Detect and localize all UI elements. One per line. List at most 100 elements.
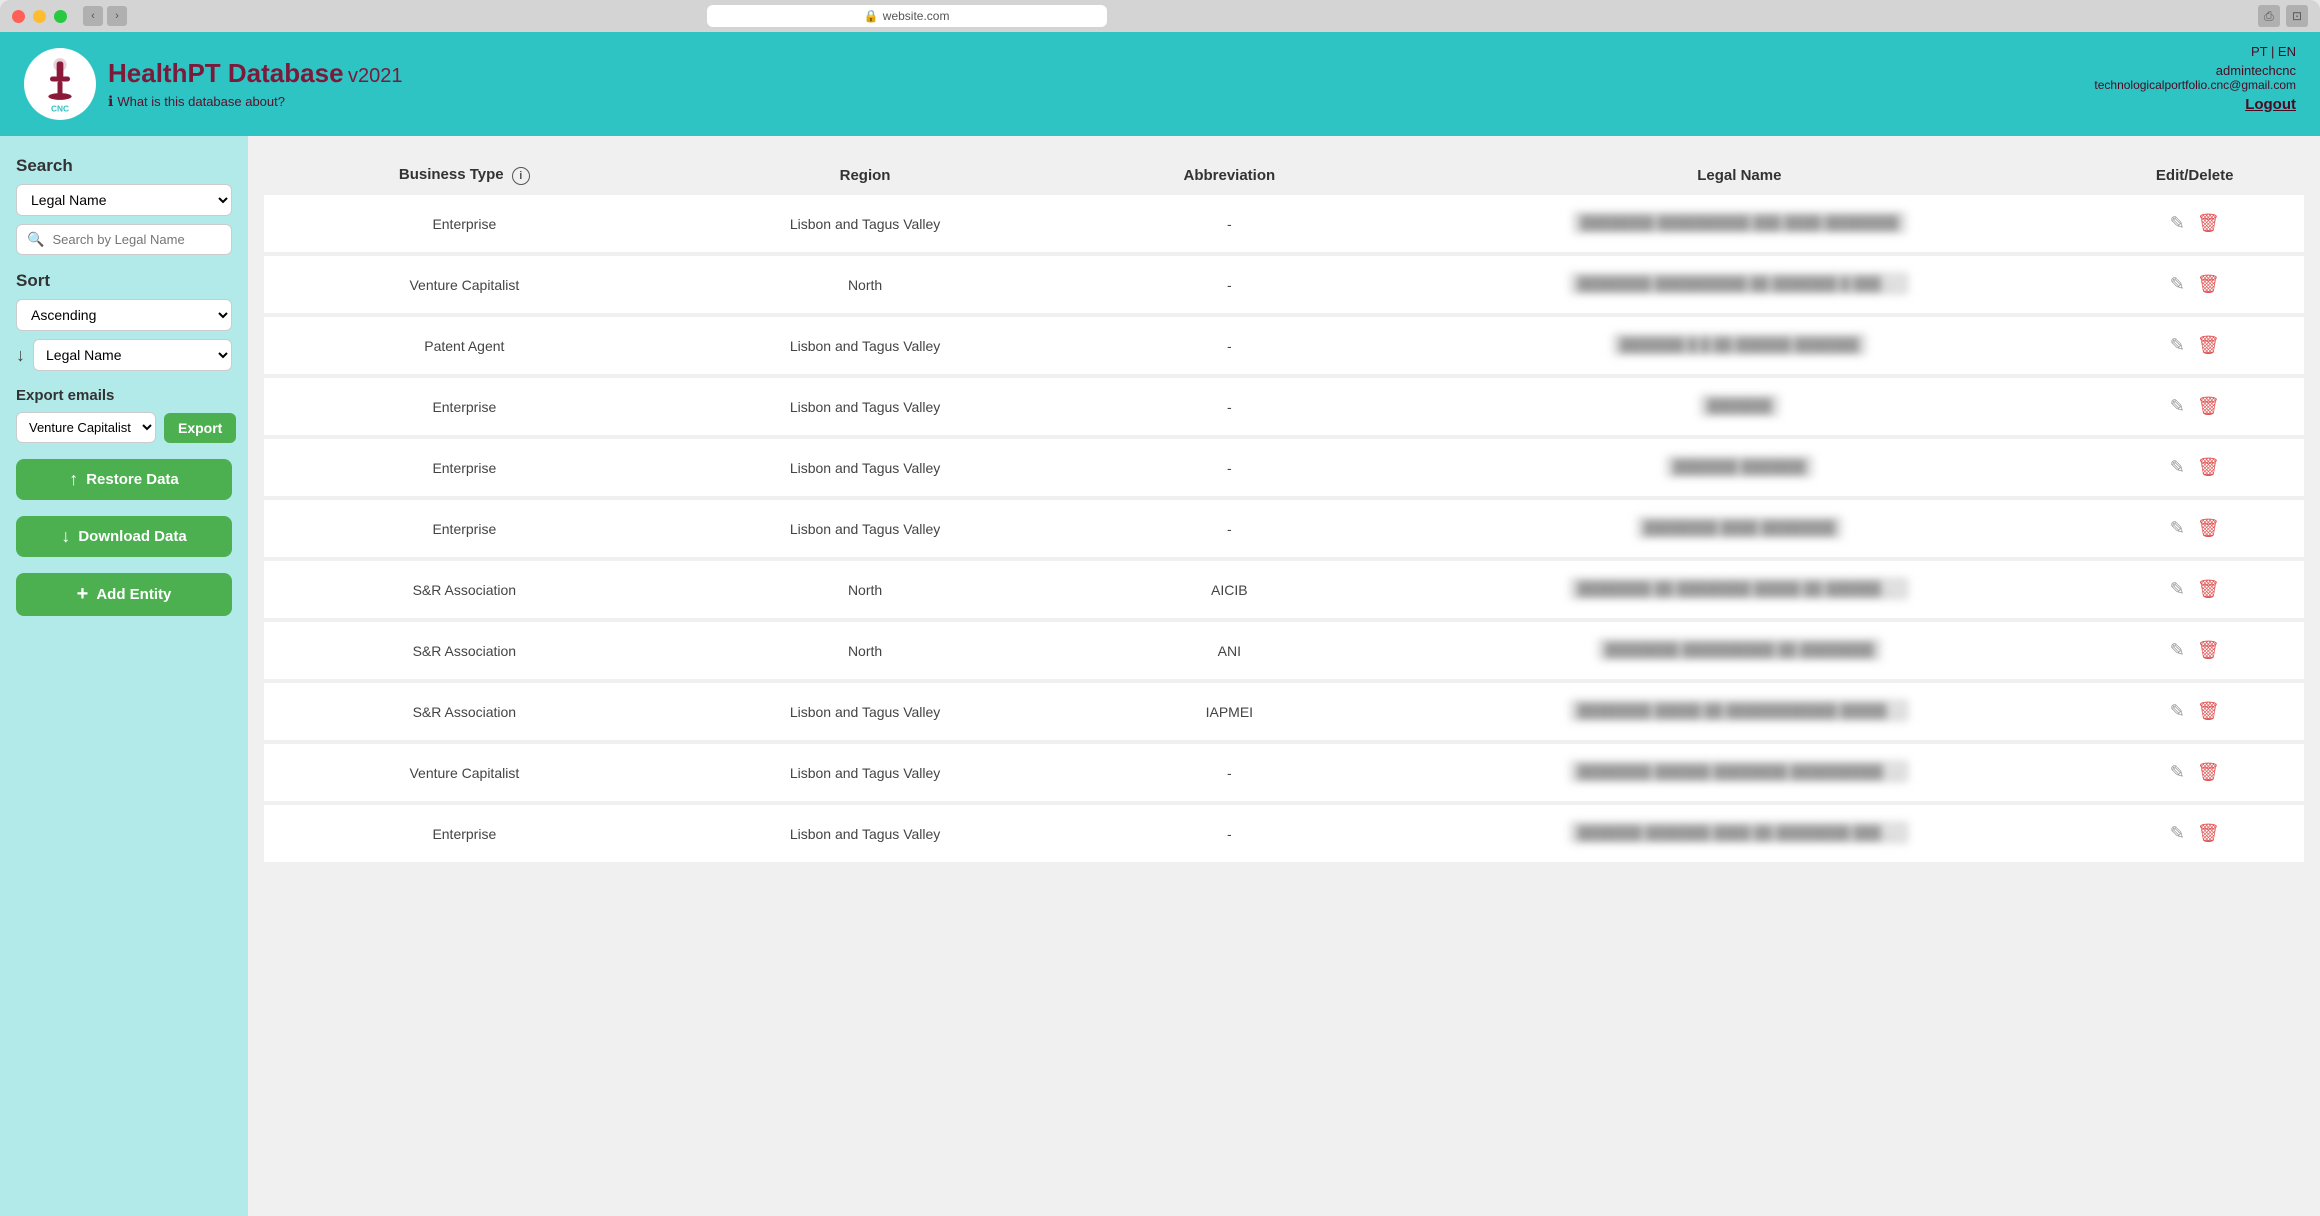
business-type-info-icon[interactable]: i <box>512 167 530 185</box>
table-row: EnterpriseLisbon and Tagus Valley-██████… <box>264 437 2304 498</box>
search-input-wrapper: 🔍 <box>16 224 232 255</box>
edit-button[interactable]: ✎ <box>2166 575 2189 604</box>
delete-button[interactable]: 🗑 <box>2193 636 2224 665</box>
cell-region: Lisbon and Tagus Valley <box>665 498 1066 559</box>
cell-business_type: Venture Capitalist <box>264 254 665 315</box>
sort-arrow-icon: ↓ <box>16 345 25 366</box>
legal-name-value: ████████ ████ ████████ <box>1636 516 1843 539</box>
cell-abbreviation: - <box>1065 803 1393 864</box>
cell-legal_name: ████████ ████ ████████ <box>1393 498 2085 559</box>
maximize-btn[interactable] <box>54 10 67 23</box>
table-row: Patent AgentLisbon and Tagus Valley-████… <box>264 315 2304 376</box>
action-cell: ✎ 🗑 <box>2101 209 2288 238</box>
col-header-edit-delete: Edit/Delete <box>2085 156 2304 195</box>
delete-button[interactable]: 🗑 <box>2193 819 2224 848</box>
edit-button[interactable]: ✎ <box>2166 453 2189 482</box>
sort-label: Sort <box>16 271 232 291</box>
minimize-btn[interactable] <box>33 10 46 23</box>
export-row: Venture Capitalist Enterprise S&R Associ… <box>16 412 232 443</box>
back-btn[interactable]: ‹ <box>83 6 103 26</box>
edit-button[interactable]: ✎ <box>2166 392 2189 421</box>
sort-direction-select[interactable]: Ascending Descending <box>16 299 232 331</box>
cell-abbreviation: - <box>1065 254 1393 315</box>
legal-name-value: ███████ <box>1699 394 1779 417</box>
col-header-abbreviation: Abbreviation <box>1065 156 1393 195</box>
cell-actions: ✎ 🗑 <box>2085 315 2304 376</box>
language-selector[interactable]: PT | EN <box>2094 44 2296 59</box>
cell-legal_name: ███████ ███████ ████ ██ ████████ ████ ██ <box>1393 803 2085 864</box>
header-subtitle[interactable]: ℹ What is this database about? <box>108 93 402 110</box>
edit-button[interactable]: ✎ <box>2166 758 2189 787</box>
edit-button[interactable]: ✎ <box>2166 819 2189 848</box>
delete-button[interactable]: 🗑 <box>2193 331 2224 360</box>
window-actions: ⎙ ⊡ <box>2258 5 2308 27</box>
delete-button[interactable]: 🗑 <box>2193 758 2224 787</box>
table-header: Business Type i Region Abbreviation Lega… <box>264 156 2304 195</box>
table-row: EnterpriseLisbon and Tagus Valley-██████… <box>264 195 2304 254</box>
action-cell: ✎ 🗑 <box>2101 514 2288 543</box>
export-type-select[interactable]: Venture Capitalist Enterprise S&R Associ… <box>16 412 156 443</box>
table-row: S&R AssociationNorthAICIB████████ ██ ███… <box>264 559 2304 620</box>
username: admintechcnc <box>2094 63 2296 78</box>
edit-button[interactable]: ✎ <box>2166 697 2189 726</box>
cell-business_type: Enterprise <box>264 195 665 254</box>
export-button[interactable]: Export <box>164 413 236 443</box>
legal-name-value: ████████ ██████ ████████ ██████████ █ ██… <box>1569 760 1909 783</box>
delete-button[interactable]: 🗑 <box>2193 392 2224 421</box>
delete-button[interactable]: 🗑 <box>2193 453 2224 482</box>
data-table: Business Type i Region Abbreviation Lega… <box>264 156 2304 866</box>
edit-button[interactable]: ✎ <box>2166 209 2189 238</box>
cell-business_type: Venture Capitalist <box>264 742 665 803</box>
sidebar-btn[interactable]: ⊡ <box>2286 5 2308 27</box>
legal-name-value: ████████ █████ ██ ████████████ █████ ██ … <box>1569 699 1909 722</box>
app-header: CNC HealthPT Database v2021 ℹ What is th… <box>0 32 2320 136</box>
cell-actions: ✎ 🗑 <box>2085 559 2304 620</box>
url-text: website.com <box>883 9 950 23</box>
delete-button[interactable]: 🗑 <box>2193 514 2224 543</box>
cell-actions: ✎ 🗑 <box>2085 742 2304 803</box>
upload-icon: ↑ <box>69 469 78 490</box>
delete-button[interactable]: 🗑 <box>2193 697 2224 726</box>
edit-button[interactable]: ✎ <box>2166 331 2189 360</box>
edit-button[interactable]: ✎ <box>2166 636 2189 665</box>
legal-name-value: ███████ ███████ ████ ██ ████████ ████ ██ <box>1569 821 1909 844</box>
delete-button[interactable]: 🗑 <box>2193 270 2224 299</box>
cell-business_type: Enterprise <box>264 437 665 498</box>
cell-region: North <box>665 620 1066 681</box>
col-header-region: Region <box>665 156 1066 195</box>
cell-legal_name: ███████ ███████ <box>1393 437 2085 498</box>
forward-btn[interactable]: › <box>107 6 127 26</box>
cell-actions: ✎ 🗑 <box>2085 681 2304 742</box>
sort-field-select[interactable]: Legal Name Business Type Region <box>33 339 232 371</box>
table-row: EnterpriseLisbon and Tagus Valley-██████… <box>264 376 2304 437</box>
logout-button[interactable]: Logout <box>2094 96 2296 113</box>
close-btn[interactable] <box>12 10 25 23</box>
cell-business_type: S&R Association <box>264 681 665 742</box>
cell-business_type: Enterprise <box>264 803 665 864</box>
delete-button[interactable]: 🗑 <box>2193 575 2224 604</box>
main-layout: Search Legal Name Business Type Region 🔍… <box>0 136 2320 1216</box>
edit-button[interactable]: ✎ <box>2166 514 2189 543</box>
action-cell: ✎ 🗑 <box>2101 758 2288 787</box>
delete-button[interactable]: 🗑 <box>2193 209 2224 238</box>
download-icon: ↓ <box>61 526 70 547</box>
cell-actions: ✎ 🗑 <box>2085 254 2304 315</box>
url-bar[interactable]: 🔒 website.com <box>707 5 1107 27</box>
table-row: S&R AssociationLisbon and Tagus ValleyIA… <box>264 681 2304 742</box>
action-cell: ✎ 🗑 <box>2101 697 2288 726</box>
restore-data-button[interactable]: ↑ Restore Data <box>16 459 232 500</box>
cell-abbreviation: - <box>1065 742 1393 803</box>
edit-button[interactable]: ✎ <box>2166 270 2189 299</box>
cell-legal_name: ████████ ██████████ ██ ███████ █ ████ ██ <box>1393 254 2085 315</box>
search-field-select[interactable]: Legal Name Business Type Region <box>16 184 232 216</box>
cell-business_type: Enterprise <box>264 498 665 559</box>
share-btn[interactable]: ⎙ <box>2258 5 2280 27</box>
cell-actions: ✎ 🗑 <box>2085 376 2304 437</box>
add-entity-button[interactable]: + Add Entity <box>16 573 232 616</box>
cell-abbreviation: IAPMEI <box>1065 681 1393 742</box>
sort-section: Sort Ascending Descending ↓ Legal Name B… <box>16 271 232 371</box>
search-input[interactable] <box>52 232 221 247</box>
download-data-button[interactable]: ↓ Download Data <box>16 516 232 557</box>
svg-text:CNC: CNC <box>51 104 69 114</box>
cell-abbreviation: - <box>1065 315 1393 376</box>
